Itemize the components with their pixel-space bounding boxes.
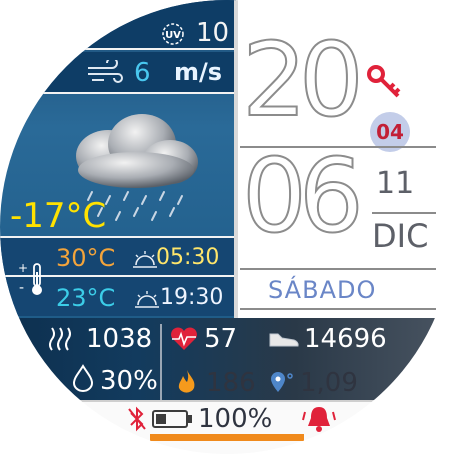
divider-line	[240, 308, 436, 310]
wind-speed: 6	[134, 58, 151, 88]
svg-text:+: +	[18, 262, 28, 275]
uv-value: 10	[196, 18, 230, 48]
heart-rate-value: 57	[204, 324, 238, 354]
stats-bottom-line	[30, 400, 410, 402]
divider-line	[240, 268, 436, 270]
temperature-max: 30°C	[56, 244, 116, 272]
heart-rate-icon	[171, 327, 197, 350]
big-number-top: 20	[241, 21, 365, 140]
day-of-month: 11	[376, 166, 415, 201]
separator	[0, 92, 236, 94]
calories-flame-icon	[178, 370, 195, 393]
month-name: DIC	[372, 217, 429, 255]
wind-icon	[88, 60, 123, 83]
humidity-value: 30%	[100, 366, 158, 396]
big-number-bottom: 06	[241, 137, 365, 256]
pressure-value: 1038	[86, 324, 153, 354]
uv-icon: UV	[162, 23, 184, 45]
watch-face: UV 10 6 m/s -17°C + - 30°C 23°C 05:30 19…	[0, 0, 454, 454]
sunset-time: 19:30	[160, 285, 224, 310]
temperature-min: 23°C	[56, 284, 116, 312]
wind-unit: m/s	[174, 58, 223, 86]
svg-text:-: -	[19, 280, 24, 296]
sunrise-icon	[133, 251, 157, 268]
current-temperature: -17°C	[10, 196, 107, 236]
alarm-bell-icon	[302, 407, 336, 432]
bluetooth-off-icon	[128, 406, 146, 432]
distance-pin-icon	[271, 372, 293, 392]
steps-value: 14696	[304, 324, 387, 354]
divider-line	[372, 212, 436, 214]
pressure-icon	[49, 327, 71, 351]
key-icon	[367, 65, 401, 98]
svg-text:UV: UV	[165, 30, 181, 41]
stats-divider	[160, 324, 162, 400]
sunset-icon	[135, 291, 159, 308]
battery-icon	[152, 410, 192, 428]
thermometer-icon: + -	[18, 262, 42, 296]
panel-divider	[234, 0, 238, 318]
battery-percentage: 100%	[198, 404, 273, 434]
sunrise-time: 05:30	[156, 245, 220, 270]
separator	[0, 48, 236, 50]
steps-shoe-icon	[269, 333, 299, 347]
battery-level-bar	[150, 434, 304, 441]
calories-value: 186	[206, 368, 256, 398]
humidity-icon	[72, 364, 94, 392]
weekday-label: SÁBADO	[268, 276, 377, 304]
distance-value: 1,09	[300, 368, 358, 398]
separator	[0, 236, 236, 238]
